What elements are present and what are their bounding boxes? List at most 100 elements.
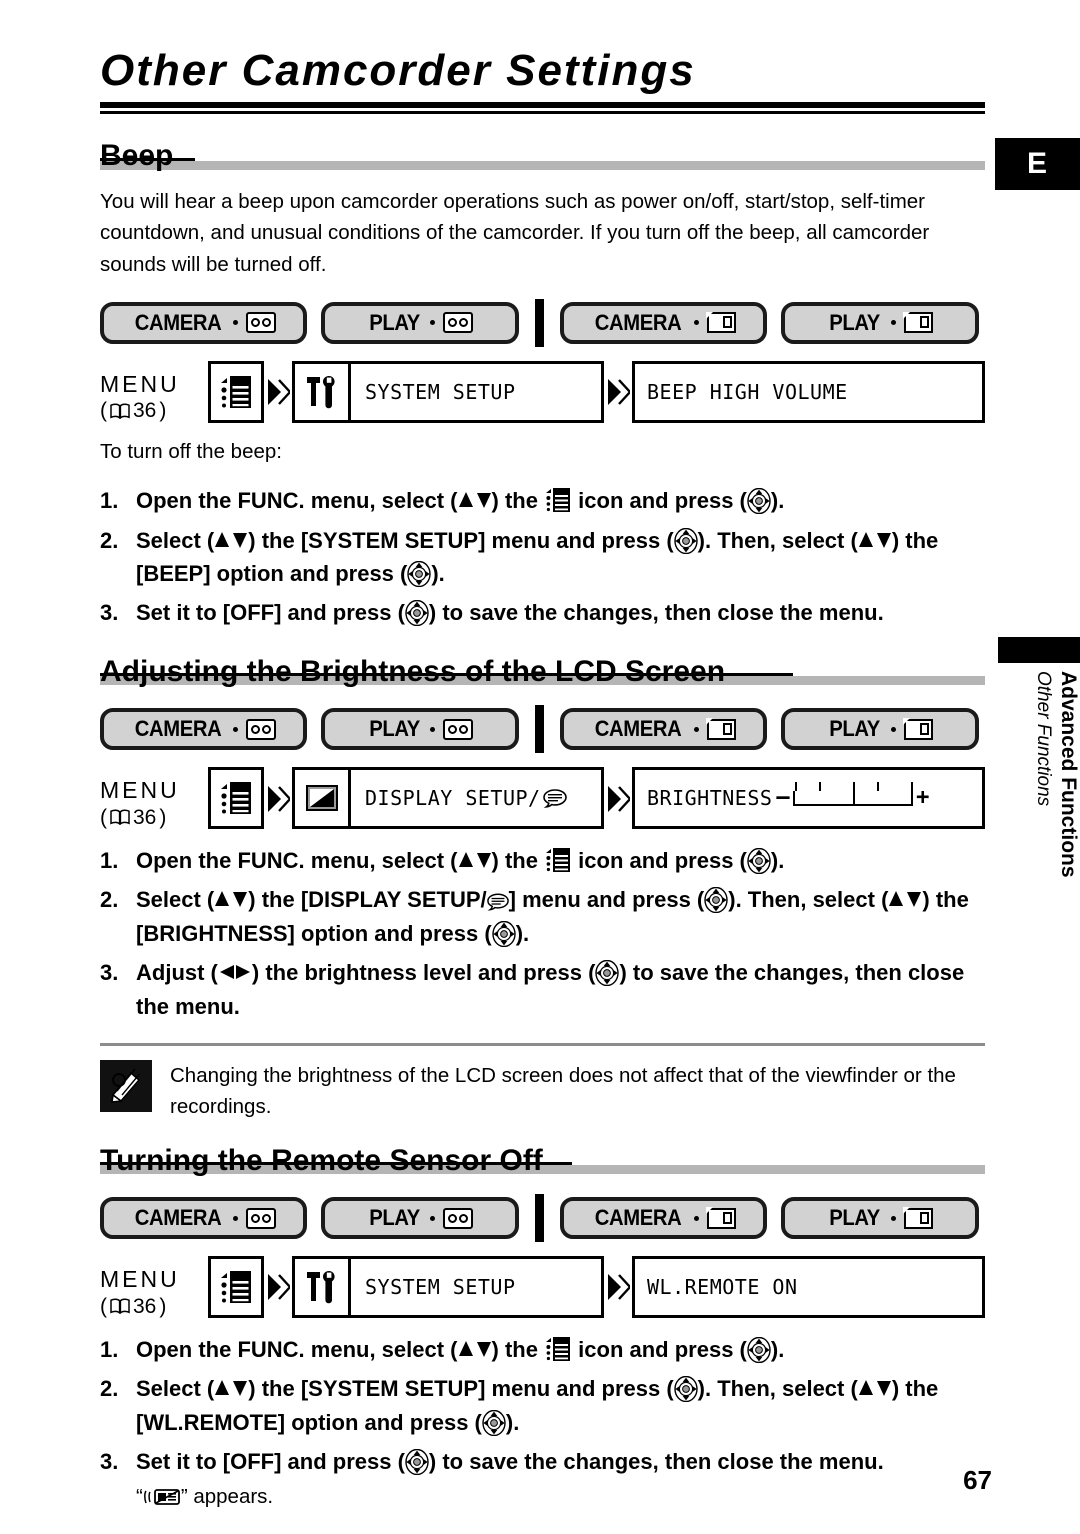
mode-label: CAMERA	[134, 309, 222, 335]
title-rule-thin	[100, 111, 985, 115]
mode-button-row-beep: CAMERA PLAY CAMERA PLAY	[100, 298, 985, 347]
separator-dot-icon	[890, 726, 896, 732]
memory-card-icon	[903, 311, 933, 334]
func-menu-icon	[221, 781, 251, 815]
mode-play-tape[interactable]: PLAY	[321, 1197, 519, 1240]
func-menu-box[interactable]	[208, 360, 264, 423]
func-menu-icon	[221, 375, 251, 409]
step-item: 3. Adjust () the brightness level and pre…	[100, 956, 985, 1023]
heading-gray-bar	[100, 160, 985, 170]
mode-play-card[interactable]: PLAY	[781, 1197, 979, 1240]
func-menu-icon	[221, 1270, 251, 1304]
menu-page-ref: ( 36 )	[100, 1294, 208, 1319]
mode-label: PLAY	[369, 309, 420, 335]
menu-reference: MENU ( 36 )	[100, 361, 208, 424]
flow-arrow-icon	[264, 784, 292, 814]
mode-label: CAMERA	[595, 1205, 682, 1231]
step-number: 2.	[100, 887, 119, 913]
mode-play-tape[interactable]: PLAY	[321, 301, 519, 344]
step-item: 2. Select () the [SYSTEM SETUP] menu and …	[100, 524, 985, 591]
menu-item-display-setup[interactable]: DISPLAY SETUP/	[292, 767, 604, 830]
flow-arrow-icon	[264, 377, 292, 407]
separator-dot-icon	[693, 320, 699, 326]
mode-label: CAMERA	[595, 309, 682, 335]
updown-arrows-icon	[458, 490, 492, 510]
mode-camera-tape[interactable]: CAMERA	[100, 1197, 307, 1240]
menu-option-wl-remote[interactable]: WL.REMOTE ON	[632, 1256, 985, 1319]
flow-arrow-icon	[604, 1272, 632, 1302]
section-title: Beep	[100, 139, 174, 173]
remote-steps: 1. Open the FUNC. menu, select () the ico…	[100, 1333, 985, 1512]
flow-arrow-icon	[604, 784, 632, 814]
mode-camera-card[interactable]: CAMERA	[560, 1197, 767, 1240]
mode-play-card[interactable]: PLAY	[781, 301, 979, 344]
slider-plus-label: +	[916, 785, 930, 811]
step-text: Select () the [SYSTEM SETUP] menu and pr…	[136, 527, 939, 588]
joystick-icon	[405, 1448, 429, 1476]
mode-label: PLAY	[829, 309, 881, 335]
mode-button-row-remote: CAMERA PLAY CAMERA PLAY	[100, 1194, 985, 1243]
note-divider	[100, 1043, 985, 1047]
joystick-icon	[673, 1376, 698, 1403]
step-number: 1.	[100, 488, 119, 514]
joystick-icon	[747, 1336, 771, 1363]
quote-open: “	[136, 1484, 143, 1508]
step-text: Open the FUNC. menu, select () the icon …	[136, 847, 785, 875]
heading-underline	[100, 673, 793, 677]
joystick-icon	[491, 920, 516, 948]
tape-icon	[443, 718, 474, 740]
mode-button-row-brightness: CAMERA PLAY CAMERA PLAY	[100, 705, 985, 754]
menu-option-beep[interactable]: BEEP HIGH VOLUME	[632, 360, 985, 423]
remote-sensor-off-icon	[143, 1485, 181, 1505]
brightness-slider[interactable]: – +	[776, 781, 930, 811]
memory-card-icon	[903, 718, 933, 740]
slider-track[interactable]	[793, 781, 914, 806]
menu-option-brightness[interactable]: BRIGHTNESS – +	[632, 767, 985, 830]
book-icon	[110, 403, 130, 420]
side-tab-marker	[998, 637, 1080, 663]
mode-camera-tape[interactable]: CAMERA	[100, 301, 307, 344]
note-text: Changing the brightness of the LCD scree…	[170, 1064, 956, 1118]
note-box: Changing the brightness of the LCD scree…	[100, 1060, 985, 1123]
menu-item-system-setup[interactable]: SYSTEM SETUP	[292, 360, 604, 423]
func-menu-box[interactable]	[208, 1256, 264, 1319]
edge-tab-letter: E	[1026, 147, 1048, 180]
menu-page-ref: ( 36 )	[100, 398, 208, 423]
func-menu-box[interactable]	[208, 767, 264, 830]
beep-lead-in: To turn off the beep:	[100, 439, 282, 463]
menu-word: MENU	[100, 370, 180, 397]
menu-option-label: BRIGHTNESS – +	[635, 781, 930, 811]
step-item: 3. Set it to [OFF] and press () to save …	[100, 1445, 985, 1512]
separator-dot-icon	[233, 726, 239, 732]
page-title: Other Camcorder Settings	[100, 46, 696, 95]
side-tab-secondary-label: Other Functions	[1033, 671, 1054, 807]
beep-intro-paragraph: You will hear a beep upon camcorder oper…	[100, 189, 930, 277]
menu-item-label: SYSTEM SETUP	[365, 379, 516, 404]
updown-arrows-icon	[458, 850, 492, 870]
step-number: 3.	[100, 600, 119, 626]
paren-close: )	[159, 1294, 167, 1318]
mode-group-divider	[535, 705, 544, 754]
mode-camera-tape[interactable]: CAMERA	[100, 708, 307, 751]
mode-play-tape[interactable]: PLAY	[321, 708, 519, 751]
separator-dot-icon	[890, 1215, 896, 1221]
menu-item-system-setup[interactable]: SYSTEM SETUP	[292, 1256, 604, 1319]
mode-play-card[interactable]: PLAY	[781, 708, 979, 751]
language-icon	[542, 789, 567, 808]
flow-arrow-icon	[264, 1272, 292, 1302]
separator-dot-icon	[693, 726, 699, 732]
section-heading-remote-sensor: Turning the Remote Sensor Off	[100, 1145, 985, 1177]
joystick-icon	[405, 600, 429, 627]
mode-camera-card[interactable]: CAMERA	[560, 301, 767, 344]
mode-camera-card[interactable]: CAMERA	[560, 708, 767, 751]
step-number: 3.	[100, 960, 119, 986]
func-menu-icon	[546, 847, 571, 873]
separator-dot-icon	[430, 1215, 436, 1221]
page-number: 67	[963, 1465, 992, 1495]
separator-dot-icon	[233, 320, 239, 326]
separator-dot-icon	[233, 1215, 239, 1221]
tape-icon	[443, 312, 474, 334]
updown-arrows-icon	[214, 889, 248, 909]
memory-card-icon	[903, 1207, 933, 1229]
paren-open: (	[100, 1294, 107, 1318]
